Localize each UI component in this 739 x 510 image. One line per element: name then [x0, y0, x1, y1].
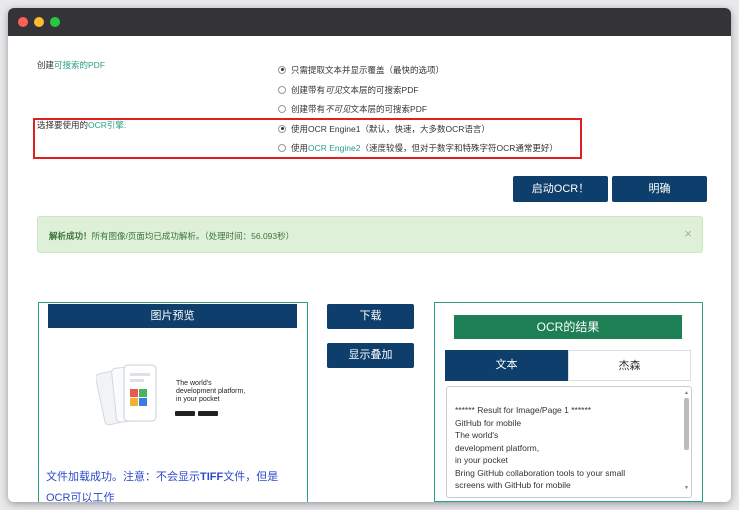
app-window: 创建可搜索的PDF 只需提取文本并显示覆盖（最快的选项） 创建带有可见文本层的可… — [8, 8, 731, 502]
caption-line: development platform, — [176, 388, 246, 395]
engine-option-desc: （速度较慢，但对于数字和特殊字符OCR通常更好） — [360, 143, 558, 153]
radio-icon[interactable] — [278, 124, 286, 133]
result-line: GitHub for mobile — [455, 417, 522, 428]
textarea-scrollbar[interactable]: ▲ ▼ — [684, 391, 689, 491]
preview-title: 图片预览 — [48, 304, 297, 328]
status-line2: OCR可以工作 — [46, 492, 115, 502]
caption-line: in your pocket — [176, 396, 220, 403]
pdf-setting-label: 创建可搜索的PDF — [37, 59, 105, 71]
pdf-option-label-emphasis: 可见 — [325, 85, 343, 95]
title-bar — [8, 8, 731, 36]
alert-strong: 解析成功！ — [49, 231, 92, 241]
engine-label-prefix: 选择要使用的 — [37, 120, 89, 130]
clear-button[interactable]: 明确 — [612, 176, 707, 202]
caption-line: The world's — [176, 380, 212, 387]
tab-json[interactable]: 杰森 — [568, 350, 691, 381]
status-post: 文件，但是 — [223, 471, 279, 483]
engine-label-suffix: : — [123, 120, 127, 130]
success-alert: 解析成功！所有图像/页面均已成功解析。（处理时间：56.093秒） × — [37, 216, 703, 253]
pdf-option-label: 文本层的可搜索PDF — [350, 104, 428, 114]
engine-option-prefix: 使用 — [291, 124, 309, 134]
maximize-window-button[interactable] — [50, 17, 60, 27]
result-line: The world's — [455, 430, 499, 440]
result-line: development platform, — [455, 442, 540, 453]
radio-icon[interactable] — [278, 104, 286, 113]
show-overlay-button[interactable]: 显示叠加 — [327, 343, 414, 368]
scroll-up-icon[interactable]: ▲ — [684, 391, 689, 396]
status-pre: 文件加载成功。注意：不会显示 — [46, 471, 200, 483]
preview-image-caption: The world's development platform, in you… — [176, 380, 245, 404]
scrollbar-thumb[interactable] — [684, 398, 689, 450]
engine-option-desc: （默认，快速，大多数OCR语言） — [360, 124, 490, 134]
pdf-label-prefix: 创建 — [37, 60, 55, 70]
tab-text[interactable]: 文本 — [445, 350, 568, 381]
ocr-result-lines: ****** Result for Image/Page 1 ****** Gi… — [455, 404, 625, 492]
ocr-engine-link[interactable]: OCR引擎 — [88, 120, 124, 130]
radio-icon[interactable] — [278, 85, 286, 94]
download-button[interactable]: 下载 — [327, 304, 414, 329]
close-window-button[interactable] — [18, 17, 28, 27]
scroll-down-icon[interactable]: ▼ — [684, 486, 689, 491]
result-line: in your pocket — [455, 455, 508, 465]
radio-icon[interactable] — [278, 65, 286, 74]
preview-status-text: 文件加载成功。注意：不会显示TIFF文件，但是 OCR可以工作 — [46, 467, 278, 502]
result-line: screens with GitHub for mobile — [455, 480, 571, 490]
engine-option-2[interactable]: 使用OCR Engine2（速度较慢，但对于数字和特殊字符OCR通常更好） — [278, 142, 558, 154]
minimize-window-button[interactable] — [34, 17, 44, 27]
page-content: 创建可搜索的PDF 只需提取文本并显示覆盖（最快的选项） 创建带有可见文本层的可… — [8, 36, 731, 502]
pdf-option-label: 创建带有 — [291, 85, 326, 95]
engine-option-name: OCR Engine2 — [308, 143, 361, 153]
result-line: ****** Result for Image/Page 1 ****** — [455, 405, 592, 415]
pdf-option-label: 创建带有 — [291, 104, 326, 114]
engine-option-name: OCR Engine1 — [308, 124, 361, 134]
alert-text: 解析成功！所有图像/页面均已成功解析。（处理时间：56.093秒） — [49, 230, 294, 242]
pdf-option-label-emphasis: 不可见 — [325, 104, 351, 114]
pdf-option-label: 只需提取文本并显示覆盖（最快的选项） — [291, 65, 445, 75]
engine-option-1[interactable]: 使用OCR Engine1（默认，快速，大多数OCR语言） — [278, 123, 490, 135]
searchable-pdf-link[interactable]: 可搜索的PDF — [54, 60, 105, 70]
pdf-option-label: 文本层的可搜索PDF — [342, 85, 419, 95]
alert-message: 所有图像/页面均已成功解析。（处理时间：56.093秒） — [91, 231, 295, 241]
status-strong: TIFF — [200, 471, 224, 483]
result-line: Bring GitHub collaboration tools to your… — [455, 467, 626, 478]
engine-option-prefix: 使用 — [291, 143, 309, 153]
engine-setting-label: 选择要使用的OCR引擎: — [37, 119, 126, 131]
radio-icon[interactable] — [278, 143, 286, 152]
close-icon[interactable]: × — [684, 226, 692, 241]
pdf-option-invisible-layer[interactable]: 创建带有不可见文本层的可搜索PDF — [278, 103, 427, 115]
ocr-result-textarea[interactable]: ****** Result for Image/Page 1 ****** Gi… — [446, 386, 692, 498]
ocr-result-title: OCR的结果 — [454, 315, 682, 339]
pdf-option-extract-text[interactable]: 只需提取文本并显示覆盖（最快的选项） — [278, 64, 444, 76]
start-ocr-button[interactable]: 启动OCR！ — [513, 176, 608, 202]
pdf-option-visible-layer[interactable]: 创建带有可见文本层的可搜索PDF — [278, 84, 419, 96]
